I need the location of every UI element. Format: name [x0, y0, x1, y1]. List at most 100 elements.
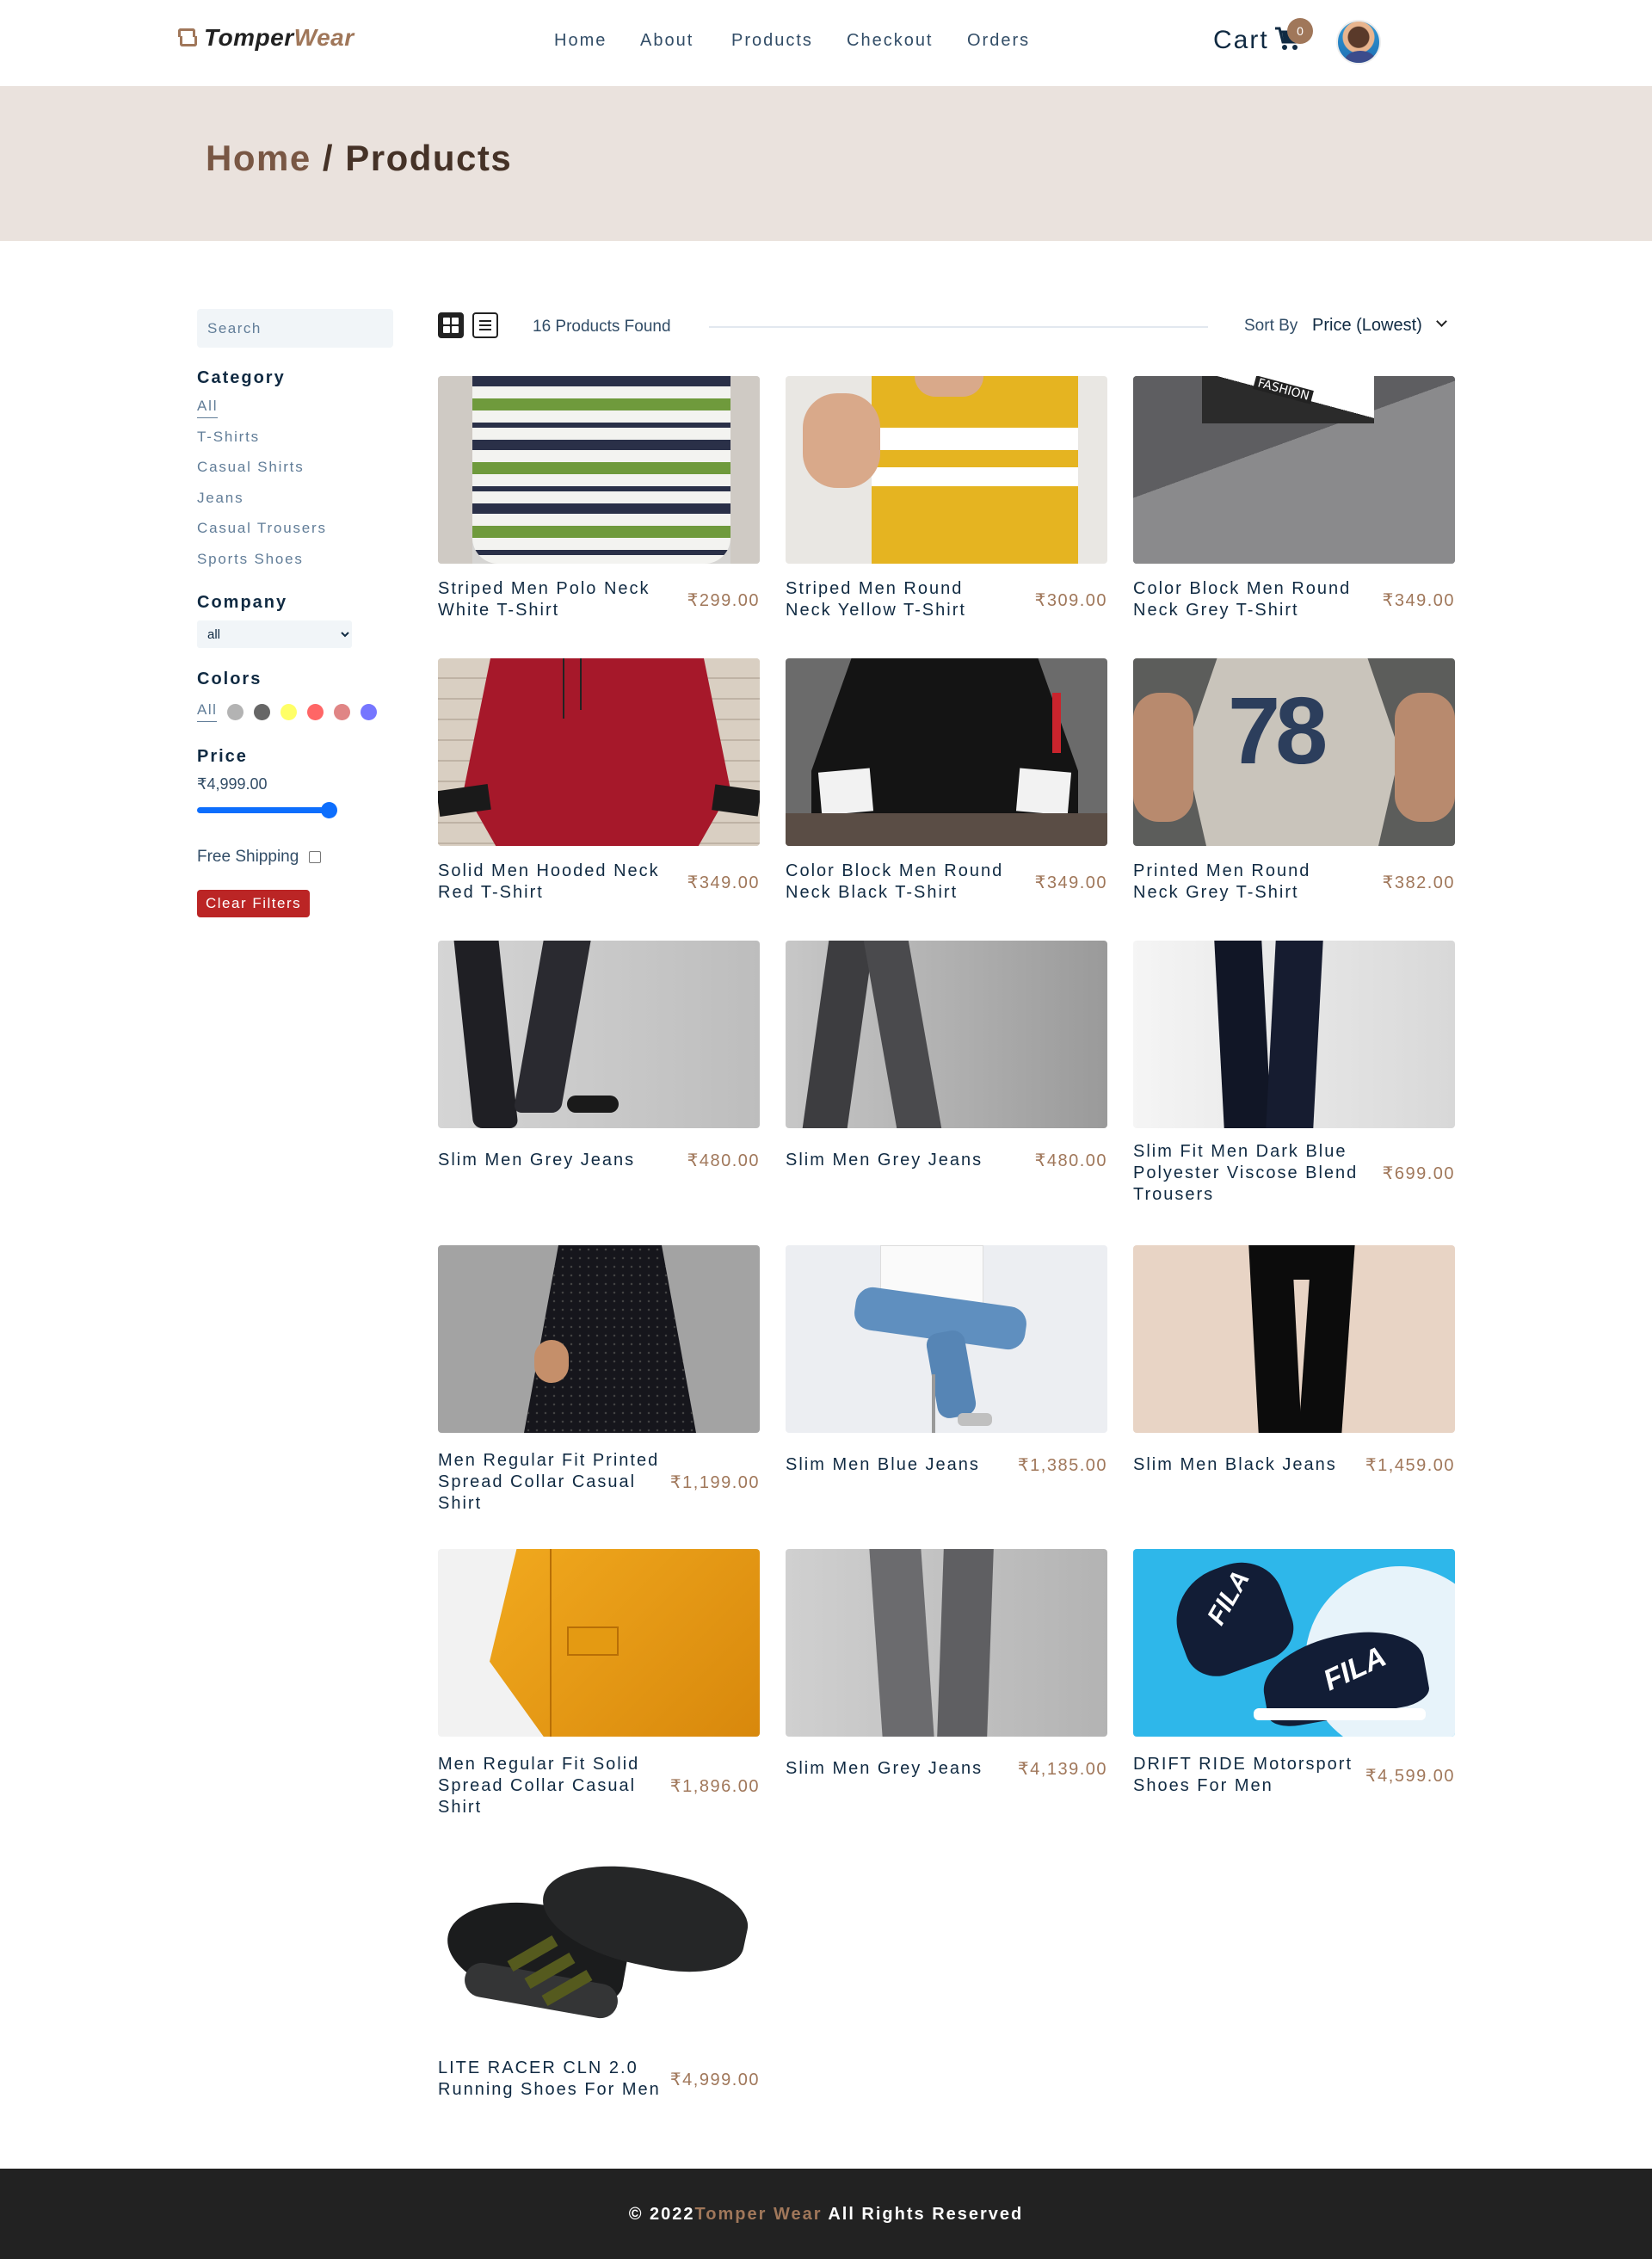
clear-filters-button[interactable]: Clear Filters: [197, 890, 311, 917]
color-swatch-brown-red[interactable]: [334, 703, 351, 720]
product-price: ₹1,199.00: [669, 1473, 760, 1492]
price-slider[interactable]: [197, 802, 337, 818]
color-swatch-yellow[interactable]: [280, 703, 298, 720]
product-image[interactable]: [438, 941, 760, 1128]
nav-link-orders[interactable]: Orders: [967, 31, 1036, 51]
product-price: ₹4,999.00: [669, 2071, 760, 2089]
product-image[interactable]: [438, 376, 760, 564]
logo-text-part2: Wear: [293, 24, 354, 51]
product-name: Printed Men Round Neck Grey T-Shirt: [1133, 861, 1311, 902]
product-image[interactable]: [786, 376, 1107, 564]
product-price: ₹1,896.00: [669, 1777, 760, 1796]
product-name: Color Block Men Round Neck Black T-Shirt: [786, 861, 1004, 902]
product-name: Slim Men Grey Jeans: [786, 1759, 983, 1778]
color-swatch-grey[interactable]: [227, 703, 244, 720]
logo-text-part1: Tomper: [204, 24, 294, 51]
nav-link-about[interactable]: About: [640, 31, 731, 51]
free-shipping-filter: Free Shipping: [197, 848, 395, 867]
product-image[interactable]: 78: [1133, 658, 1455, 846]
user-avatar[interactable]: [1336, 20, 1381, 65]
search-input[interactable]: [197, 309, 393, 348]
product-price: ₹480.00: [687, 1151, 760, 1170]
navbar: TomperWear Home About Products Checkout …: [0, 0, 1652, 86]
category-item-jeans[interactable]: Jeans: [197, 490, 395, 521]
category-item-t-shirts[interactable]: T-Shirts: [197, 429, 395, 460]
category-label: All: [197, 398, 219, 418]
category-label: T-Shirts: [197, 428, 260, 445]
products-found-count: 16 Products Found: [533, 318, 671, 336]
free-shipping-checkbox[interactable]: [309, 851, 322, 863]
product-image[interactable]: [786, 1549, 1107, 1737]
cart-label: Cart: [1213, 26, 1269, 54]
price-slider-thumb[interactable]: [321, 802, 337, 818]
product-image[interactable]: FASHION: [1133, 376, 1455, 564]
brand-logo[interactable]: TomperWear: [178, 24, 354, 52]
footer-brand: Tomper Wear: [694, 2205, 823, 2224]
logo-icon: [178, 25, 199, 51]
company-select[interactable]: all: [197, 620, 352, 648]
breadcrumb-current: Products: [345, 138, 513, 178]
product-name: Slim Fit Men Dark Blue Polyester Viscose…: [1133, 1142, 1359, 1204]
product-name: Slim Men Blue Jeans: [786, 1455, 980, 1474]
list-view-button[interactable]: [472, 312, 498, 338]
product-image[interactable]: [1133, 941, 1455, 1128]
product-price: ₹699.00: [1382, 1164, 1455, 1183]
image-label-78: 78: [1228, 678, 1328, 784]
color-swatch-black[interactable]: [254, 703, 271, 720]
color-swatch-red[interactable]: [307, 703, 324, 720]
product-price: ₹299.00: [687, 591, 760, 610]
category-item-sports-shoes[interactable]: Sports Shoes: [197, 551, 395, 582]
product-image[interactable]: [438, 1245, 760, 1433]
footer-copyright-prefix: © 2022: [628, 2205, 695, 2224]
product-name: Slim Men Black Jeans: [1133, 1455, 1337, 1474]
colors-heading: Colors: [197, 670, 262, 688]
products-toolbar: 16 Products Found Sort By Price (Lowest): [438, 312, 1453, 342]
free-shipping-label: Free Shipping: [197, 848, 299, 866]
product-price: ₹4,599.00: [1365, 1767, 1455, 1786]
breadcrumb-home[interactable]: Home: [206, 138, 311, 178]
product-name: Striped Men Round Neck Yellow T-Shirt: [786, 579, 966, 620]
product-image[interactable]: FILA FILA: [1133, 1549, 1455, 1737]
product-image[interactable]: [438, 1549, 760, 1737]
product-image[interactable]: [786, 941, 1107, 1128]
product-image[interactable]: [786, 658, 1107, 846]
color-swatch-blue[interactable]: [361, 703, 378, 720]
product-name: Slim Men Grey Jeans: [438, 1151, 636, 1170]
product-name: LITE RACER CLN 2.0 Running Shoes For Men: [438, 2058, 661, 2099]
color-all-button[interactable]: All: [197, 701, 218, 722]
product-name: Solid Men Hooded Neck Red T-Shirt: [438, 861, 660, 902]
category-label: Casual Trousers: [197, 520, 327, 536]
category-item-all[interactable]: All: [197, 398, 395, 429]
product-name: Striped Men Polo Neck White T-Shirt: [438, 579, 650, 620]
grid-view-button[interactable]: [438, 312, 464, 338]
product-image[interactable]: [786, 1245, 1107, 1433]
main-nav: Home About Products Checkout Orders: [554, 31, 1036, 51]
category-item-casual-trousers[interactable]: Casual Trousers: [197, 520, 395, 551]
footer-copyright: © 2022Tomper Wear All Rights Reserved: [0, 2205, 1652, 2225]
product-price: ₹309.00: [1034, 591, 1107, 610]
breadcrumb-separator: /: [311, 138, 346, 178]
price-heading: Price: [197, 747, 248, 766]
product-price: ₹382.00: [1382, 873, 1455, 892]
category-label: Casual Shirts: [197, 459, 305, 475]
product-image[interactable]: [1133, 1245, 1455, 1433]
product-image[interactable]: [438, 658, 760, 846]
sort-select[interactable]: Price (Lowest): [1312, 316, 1422, 336]
color-swatches: All: [197, 701, 395, 722]
chevron-down-icon[interactable]: [1436, 316, 1447, 327]
product-name: Men Regular Fit Solid Spread Collar Casu…: [438, 1755, 640, 1817]
product-price: ₹1,385.00: [1017, 1456, 1107, 1475]
nav-link-home[interactable]: Home: [554, 31, 640, 51]
nav-link-checkout[interactable]: Checkout: [847, 31, 967, 51]
product-price: ₹349.00: [1382, 591, 1455, 610]
footer-copyright-suffix: All Rights Reserved: [822, 2205, 1024, 2224]
category-list: All T-Shirts Casual Shirts Jeans Casual …: [197, 398, 395, 581]
product-price: ₹1,459.00: [1365, 1456, 1455, 1475]
product-name: Slim Men Grey Jeans: [786, 1151, 983, 1170]
category-item-casual-shirts[interactable]: Casual Shirts: [197, 459, 395, 490]
category-label: Jeans: [197, 489, 244, 506]
product-price: ₹4,139.00: [1017, 1760, 1107, 1779]
nav-link-products[interactable]: Products: [731, 31, 847, 51]
product-image[interactable]: [438, 1853, 760, 2040]
product-name: Color Block Men Round Neck Grey T-Shirt: [1133, 579, 1352, 620]
